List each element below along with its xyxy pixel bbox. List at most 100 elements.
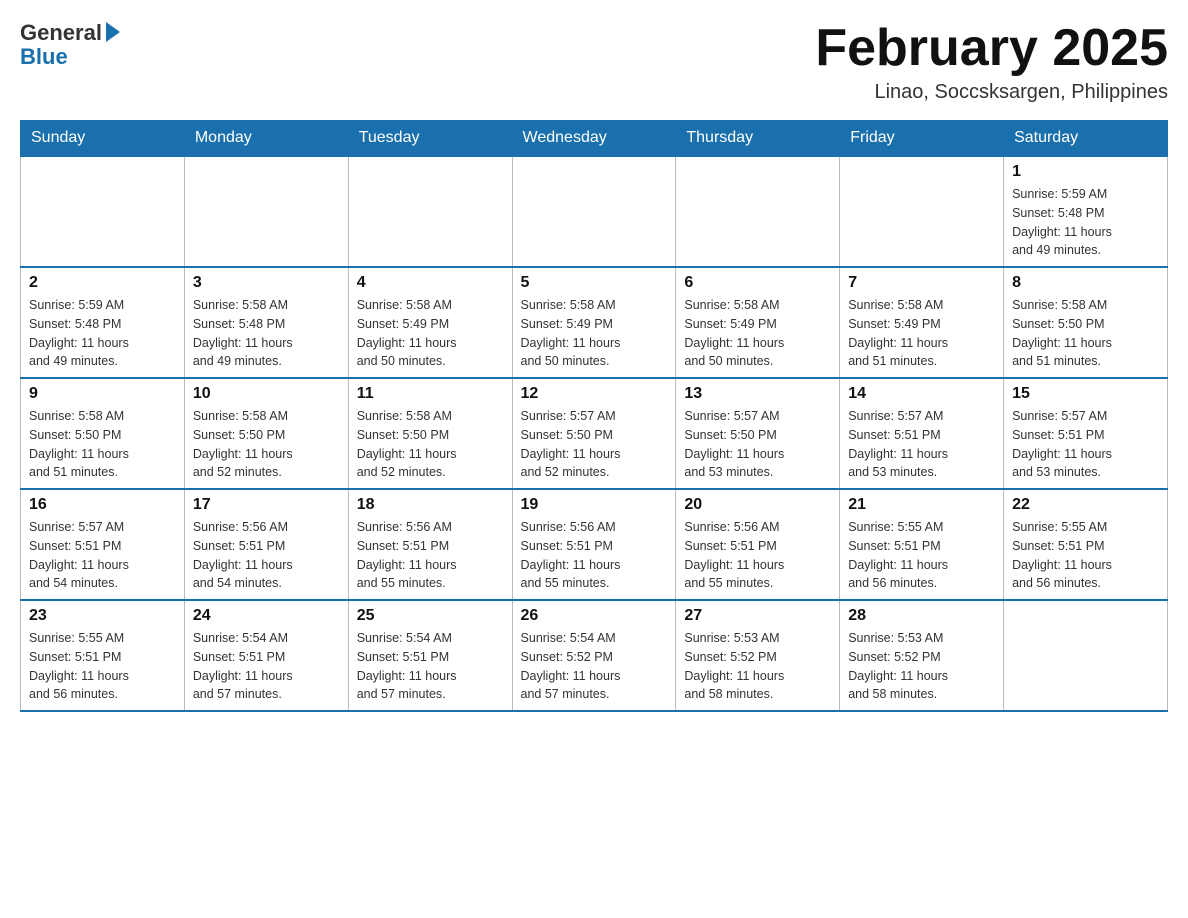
day-number: 12 <box>521 385 668 403</box>
day-info: Sunrise: 5:55 AM Sunset: 5:51 PM Dayligh… <box>848 518 995 593</box>
calendar-cell <box>512 156 676 267</box>
calendar-cell: 11 Sunrise: 5:58 AM Sunset: 5:50 PM Dayli… <box>348 378 512 489</box>
day-info: Sunrise: 5:58 AM Sunset: 5:49 PM Dayligh… <box>684 296 831 371</box>
day-info: Sunrise: 5:57 AM Sunset: 5:51 PM Dayligh… <box>29 518 176 593</box>
day-info: Sunrise: 5:58 AM Sunset: 5:50 PM Dayligh… <box>1012 296 1159 371</box>
calendar-cell: 6 Sunrise: 5:58 AM Sunset: 5:49 PM Daylig… <box>676 267 840 378</box>
calendar-cell: 20 Sunrise: 5:56 AM Sunset: 5:51 PM Dayli… <box>676 489 840 600</box>
day-info: Sunrise: 5:56 AM Sunset: 5:51 PM Dayligh… <box>357 518 504 593</box>
calendar-cell: 18 Sunrise: 5:56 AM Sunset: 5:51 PM Dayli… <box>348 489 512 600</box>
calendar-week-row: 2 Sunrise: 5:59 AM Sunset: 5:48 PM Daylig… <box>21 267 1168 378</box>
calendar-cell: 27 Sunrise: 5:53 AM Sunset: 5:52 PM Dayli… <box>676 600 840 711</box>
day-number: 24 <box>193 607 340 625</box>
calendar-cell: 26Sunrise: 5:54 AM Sunset: 5:52 PM Dayli… <box>512 600 676 711</box>
calendar-cell: 21 Sunrise: 5:55 AM Sunset: 5:51 PM Dayli… <box>840 489 1004 600</box>
page-header: General Blue February 2025 Linao, Soccsk… <box>20 20 1168 104</box>
calendar-cell: 28Sunrise: 5:53 AM Sunset: 5:52 PM Dayli… <box>840 600 1004 711</box>
day-number: 11 <box>357 385 504 403</box>
day-of-week-header: Monday <box>184 121 348 157</box>
calendar-cell: 16 Sunrise: 5:57 AM Sunset: 5:51 PM Dayli… <box>21 489 185 600</box>
calendar-cell <box>1004 600 1168 711</box>
day-number: 21 <box>848 496 995 514</box>
calendar-cell: 1Sunrise: 5:59 AM Sunset: 5:48 PM Daylig… <box>1004 156 1168 267</box>
day-number: 6 <box>684 274 831 292</box>
day-number: 2 <box>29 274 176 292</box>
day-info: Sunrise: 5:58 AM Sunset: 5:49 PM Dayligh… <box>357 296 504 371</box>
logo-arrow-icon <box>106 22 120 42</box>
day-number: 7 <box>848 274 995 292</box>
calendar-cell: 5 Sunrise: 5:58 AM Sunset: 5:49 PM Daylig… <box>512 267 676 378</box>
calendar-cell: 25 Sunrise: 5:54 AM Sunset: 5:51 PM Dayli… <box>348 600 512 711</box>
logo-general-text: General <box>20 20 102 46</box>
calendar-week-row: 16 Sunrise: 5:57 AM Sunset: 5:51 PM Dayli… <box>21 489 1168 600</box>
calendar-cell: 7 Sunrise: 5:58 AM Sunset: 5:49 PM Daylig… <box>840 267 1004 378</box>
day-of-week-header: Thursday <box>676 121 840 157</box>
calendar-title: February 2025 <box>815 20 1168 77</box>
calendar-cell: 17 Sunrise: 5:56 AM Sunset: 5:51 PM Dayli… <box>184 489 348 600</box>
calendar-cell: 4Sunrise: 5:58 AM Sunset: 5:49 PM Daylig… <box>348 267 512 378</box>
day-info: Sunrise: 5:57 AM Sunset: 5:50 PM Dayligh… <box>521 407 668 482</box>
day-info: Sunrise: 5:58 AM Sunset: 5:49 PM Dayligh… <box>521 296 668 371</box>
day-info: Sunrise: 5:55 AM Sunset: 5:51 PM Dayligh… <box>1012 518 1159 593</box>
day-info: Sunrise: 5:58 AM Sunset: 5:50 PM Dayligh… <box>357 407 504 482</box>
day-info: Sunrise: 5:58 AM Sunset: 5:48 PM Dayligh… <box>193 296 340 371</box>
calendar-cell: 24 Sunrise: 5:54 AM Sunset: 5:51 PM Dayli… <box>184 600 348 711</box>
day-info: Sunrise: 5:56 AM Sunset: 5:51 PM Dayligh… <box>521 518 668 593</box>
day-info: Sunrise: 5:55 AM Sunset: 5:51 PM Dayligh… <box>29 629 176 704</box>
day-number: 23 <box>29 607 176 625</box>
day-number: 19 <box>521 496 668 514</box>
day-info: Sunrise: 5:58 AM Sunset: 5:49 PM Dayligh… <box>848 296 995 371</box>
calendar-week-row: 9 Sunrise: 5:58 AM Sunset: 5:50 PM Daylig… <box>21 378 1168 489</box>
day-number: 10 <box>193 385 340 403</box>
day-number: 28 <box>848 607 995 625</box>
day-number: 14 <box>848 385 995 403</box>
calendar-cell: 3 Sunrise: 5:58 AM Sunset: 5:48 PM Daylig… <box>184 267 348 378</box>
calendar-cell <box>840 156 1004 267</box>
calendar-table: SundayMondayTuesdayWednesdayThursdayFrid… <box>20 120 1168 712</box>
calendar-location: Linao, Soccsksargen, Philippines <box>815 81 1168 104</box>
day-info: Sunrise: 5:56 AM Sunset: 5:51 PM Dayligh… <box>684 518 831 593</box>
day-number: 20 <box>684 496 831 514</box>
day-number: 22 <box>1012 496 1159 514</box>
day-of-week-header: Saturday <box>1004 121 1168 157</box>
calendar-cell <box>676 156 840 267</box>
calendar-header-row: SundayMondayTuesdayWednesdayThursdayFrid… <box>21 121 1168 157</box>
day-of-week-header: Wednesday <box>512 121 676 157</box>
calendar-cell: 10 Sunrise: 5:58 AM Sunset: 5:50 PM Dayli… <box>184 378 348 489</box>
day-info: Sunrise: 5:57 AM Sunset: 5:50 PM Dayligh… <box>684 407 831 482</box>
day-number: 5 <box>521 274 668 292</box>
day-number: 17 <box>193 496 340 514</box>
day-info: Sunrise: 5:57 AM Sunset: 5:51 PM Dayligh… <box>1012 407 1159 482</box>
day-info: Sunrise: 5:53 AM Sunset: 5:52 PM Dayligh… <box>684 629 831 704</box>
day-info: Sunrise: 5:58 AM Sunset: 5:50 PM Dayligh… <box>29 407 176 482</box>
logo-blue-text: Blue <box>20 44 68 70</box>
day-number: 1 <box>1012 163 1159 181</box>
day-number: 25 <box>357 607 504 625</box>
calendar-week-row: 1Sunrise: 5:59 AM Sunset: 5:48 PM Daylig… <box>21 156 1168 267</box>
day-number: 9 <box>29 385 176 403</box>
day-info: Sunrise: 5:54 AM Sunset: 5:52 PM Dayligh… <box>521 629 668 704</box>
day-number: 15 <box>1012 385 1159 403</box>
calendar-cell: 19 Sunrise: 5:56 AM Sunset: 5:51 PM Dayli… <box>512 489 676 600</box>
day-number: 3 <box>193 274 340 292</box>
day-info: Sunrise: 5:54 AM Sunset: 5:51 PM Dayligh… <box>193 629 340 704</box>
day-info: Sunrise: 5:56 AM Sunset: 5:51 PM Dayligh… <box>193 518 340 593</box>
day-info: Sunrise: 5:58 AM Sunset: 5:50 PM Dayligh… <box>193 407 340 482</box>
day-info: Sunrise: 5:57 AM Sunset: 5:51 PM Dayligh… <box>848 407 995 482</box>
calendar-cell: 15 Sunrise: 5:57 AM Sunset: 5:51 PM Dayli… <box>1004 378 1168 489</box>
calendar-cell <box>184 156 348 267</box>
day-number: 18 <box>357 496 504 514</box>
calendar-cell: 13 Sunrise: 5:57 AM Sunset: 5:50 PM Dayli… <box>676 378 840 489</box>
calendar-cell: 14 Sunrise: 5:57 AM Sunset: 5:51 PM Dayli… <box>840 378 1004 489</box>
day-number: 16 <box>29 496 176 514</box>
calendar-cell: 22 Sunrise: 5:55 AM Sunset: 5:51 PM Dayli… <box>1004 489 1168 600</box>
calendar-cell: 12 Sunrise: 5:57 AM Sunset: 5:50 PM Dayli… <box>512 378 676 489</box>
day-number: 13 <box>684 385 831 403</box>
day-number: 27 <box>684 607 831 625</box>
day-info: Sunrise: 5:54 AM Sunset: 5:51 PM Dayligh… <box>357 629 504 704</box>
calendar-cell <box>348 156 512 267</box>
calendar-week-row: 23 Sunrise: 5:55 AM Sunset: 5:51 PM Dayli… <box>21 600 1168 711</box>
calendar-cell: 23 Sunrise: 5:55 AM Sunset: 5:51 PM Dayli… <box>21 600 185 711</box>
day-info: Sunrise: 5:59 AM Sunset: 5:48 PM Dayligh… <box>29 296 176 371</box>
calendar-cell: 9 Sunrise: 5:58 AM Sunset: 5:50 PM Daylig… <box>21 378 185 489</box>
